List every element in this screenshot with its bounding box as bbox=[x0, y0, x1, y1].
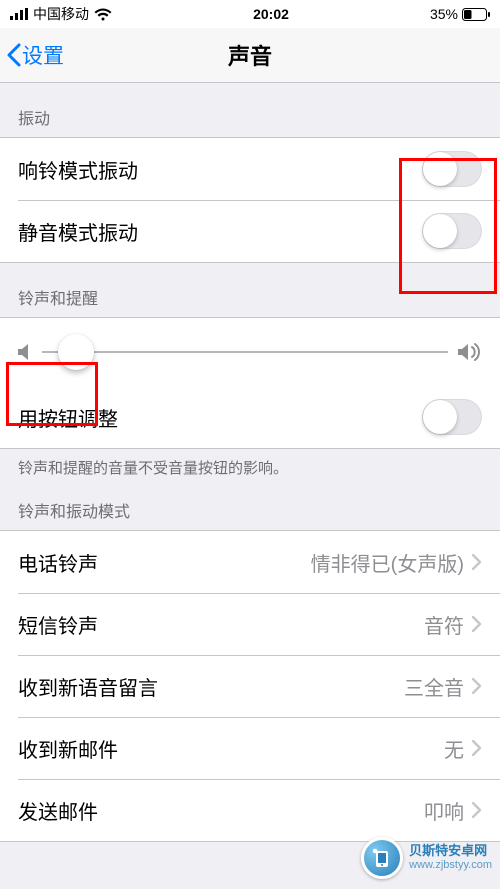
chevron-left-icon bbox=[6, 43, 22, 67]
section-footer-ringer: 铃声和提醒的音量不受音量按钮的影响。 bbox=[0, 449, 500, 488]
chevron-right-icon bbox=[472, 616, 482, 632]
row-value: 音符 bbox=[424, 610, 464, 639]
row-label: 收到新语音留言 bbox=[18, 672, 404, 701]
time-label: 20:02 bbox=[253, 6, 289, 22]
back-button[interactable]: 设置 bbox=[0, 40, 64, 70]
row-label: 用按钮调整 bbox=[18, 403, 422, 432]
volume-slider[interactable] bbox=[42, 351, 448, 353]
row-label: 电话铃声 bbox=[18, 548, 311, 577]
silent-vibrate-toggle[interactable] bbox=[422, 213, 482, 249]
row-text-tone[interactable]: 短信铃声 音符 bbox=[0, 593, 500, 655]
ring-vibrate-toggle[interactable] bbox=[422, 151, 482, 187]
status-bar: 中国移动 20:02 35% bbox=[0, 0, 500, 28]
signal-icon bbox=[10, 8, 28, 20]
back-label: 设置 bbox=[22, 40, 64, 70]
change-with-buttons-toggle[interactable] bbox=[422, 399, 482, 435]
row-value: 情非得已(女声版) bbox=[311, 548, 464, 577]
battery-label: 35% bbox=[430, 6, 458, 22]
watermark: 贝斯特安卓网 www.zjbstyy.com bbox=[361, 837, 492, 879]
row-new-mail[interactable]: 收到新邮件 无 bbox=[0, 717, 500, 779]
watermark-logo-icon bbox=[361, 837, 403, 879]
section-header-vibration: 振动 bbox=[0, 83, 500, 137]
row-label: 收到新邮件 bbox=[18, 734, 444, 763]
section-header-patterns: 铃声和振动模式 bbox=[0, 488, 500, 530]
carrier-label: 中国移动 bbox=[33, 4, 89, 24]
watermark-name: 贝斯特安卓网 bbox=[409, 844, 492, 859]
nav-header: 设置 声音 bbox=[0, 28, 500, 83]
row-value: 三全音 bbox=[404, 672, 464, 701]
row-silent-vibrate[interactable]: 静音模式振动 bbox=[0, 200, 500, 262]
group-vibration: 响铃模式振动 静音模式振动 bbox=[0, 137, 500, 263]
group-ringer: 用按钮调整 bbox=[0, 317, 500, 449]
volume-low-icon bbox=[18, 343, 32, 361]
chevron-right-icon bbox=[472, 678, 482, 694]
chevron-right-icon bbox=[472, 554, 482, 570]
volume-slider-row bbox=[0, 318, 500, 386]
row-label: 发送邮件 bbox=[18, 796, 424, 825]
row-value: 无 bbox=[444, 734, 464, 763]
group-patterns: 电话铃声 情非得已(女声版) 短信铃声 音符 收到新语音留言 三全音 收到新邮件… bbox=[0, 530, 500, 842]
row-value: 叩响 bbox=[424, 796, 464, 825]
row-label: 响铃模式振动 bbox=[18, 155, 422, 184]
row-change-with-buttons[interactable]: 用按钮调整 bbox=[0, 386, 500, 448]
row-sent-mail[interactable]: 发送邮件 叩响 bbox=[0, 779, 500, 841]
row-ring-vibrate[interactable]: 响铃模式振动 bbox=[0, 138, 500, 200]
wifi-icon bbox=[94, 8, 112, 21]
row-label: 短信铃声 bbox=[18, 610, 424, 639]
slider-thumb[interactable] bbox=[58, 334, 94, 370]
row-label: 静音模式振动 bbox=[18, 217, 422, 246]
row-new-voicemail[interactable]: 收到新语音留言 三全音 bbox=[0, 655, 500, 717]
page-title: 声音 bbox=[0, 39, 500, 71]
chevron-right-icon bbox=[472, 802, 482, 818]
chevron-right-icon bbox=[472, 740, 482, 756]
section-header-ringer: 铃声和提醒 bbox=[0, 263, 500, 317]
battery-icon bbox=[462, 8, 490, 21]
watermark-url: www.zjbstyy.com bbox=[409, 859, 492, 872]
row-ringtone[interactable]: 电话铃声 情非得已(女声版) bbox=[0, 531, 500, 593]
volume-high-icon bbox=[458, 342, 482, 362]
